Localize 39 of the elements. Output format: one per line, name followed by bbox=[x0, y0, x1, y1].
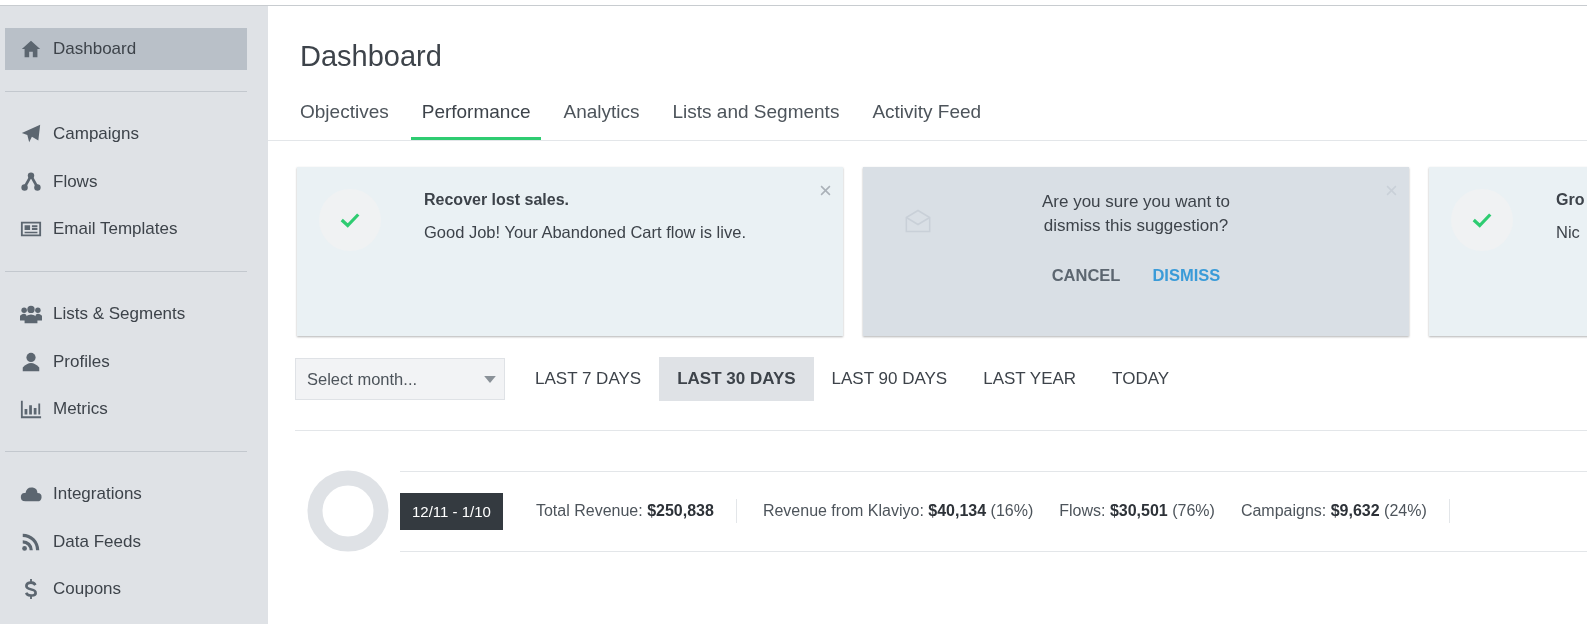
date-range-button[interactable]: LAST 30 DAYS bbox=[659, 357, 814, 401]
card-text: Nic bbox=[1556, 223, 1581, 242]
home-icon bbox=[19, 38, 43, 60]
sidebar-item[interactable]: Flows bbox=[5, 160, 247, 203]
sidebar-item[interactable]: Coupons bbox=[5, 568, 247, 610]
sidebar-item[interactable]: Profiles bbox=[5, 340, 247, 383]
date-range-button[interactable]: LAST 90 DAYS bbox=[813, 357, 966, 401]
revenue-stat: Revenue from Klaviyo: $40,134 (16%) bbox=[762, 502, 1034, 520]
sidebar-item[interactable]: Metrics bbox=[5, 388, 247, 430]
people-icon bbox=[19, 303, 43, 325]
date-range-button[interactable]: LAST YEAR bbox=[965, 357, 1095, 401]
date-range-button[interactable]: TODAY bbox=[1094, 357, 1188, 401]
tab[interactable]: Analytics bbox=[552, 95, 651, 140]
revenue-stat: Campaigns: $9,632 (24%) bbox=[1240, 502, 1427, 520]
bar-chart-icon bbox=[19, 398, 43, 420]
card-title: Gro bbox=[1556, 191, 1585, 209]
date-range-badge: 12/11 - 1/10 bbox=[400, 492, 503, 530]
tab[interactable]: Performance bbox=[410, 95, 542, 140]
card-title: Recover lost sales. bbox=[424, 191, 570, 209]
page-title: Dashboard bbox=[300, 40, 443, 73]
revenue-stat: Total Revenue: $250,838 bbox=[535, 502, 714, 520]
sidebar-item[interactable]: Dashboard bbox=[5, 28, 247, 70]
sidebar-item[interactable]: Email Templates bbox=[5, 208, 247, 250]
sidebar-item[interactable]: Integrations bbox=[5, 473, 247, 515]
sidebar-item[interactable]: Lists & Segments bbox=[5, 293, 247, 335]
close-icon[interactable] bbox=[820, 185, 831, 196]
flow-nodes-icon bbox=[19, 170, 43, 193]
card-text: Good Job! Your Abandoned Cart flow is live. bbox=[424, 223, 746, 242]
month-select[interactable]: Select month... bbox=[295, 358, 505, 400]
date-range-button[interactable]: LAST 7 DAYS bbox=[517, 357, 660, 401]
tab[interactable]: Objectives bbox=[289, 95, 400, 140]
sidebar-item[interactable]: Campaigns bbox=[5, 113, 247, 155]
confirm-question: Are you sure you want to dismiss this suggestion? bbox=[1040, 191, 1231, 237]
tab[interactable]: Activity Feed bbox=[861, 95, 993, 140]
cancel-button[interactable]: CANCEL bbox=[1051, 266, 1121, 285]
revenue-stat: Flows: $30,501 (76%) bbox=[1059, 502, 1215, 520]
sidebar-item[interactable]: Data Feeds bbox=[5, 520, 247, 563]
caret-icon bbox=[484, 375, 496, 383]
tab[interactable]: Lists and Segments bbox=[661, 95, 851, 140]
